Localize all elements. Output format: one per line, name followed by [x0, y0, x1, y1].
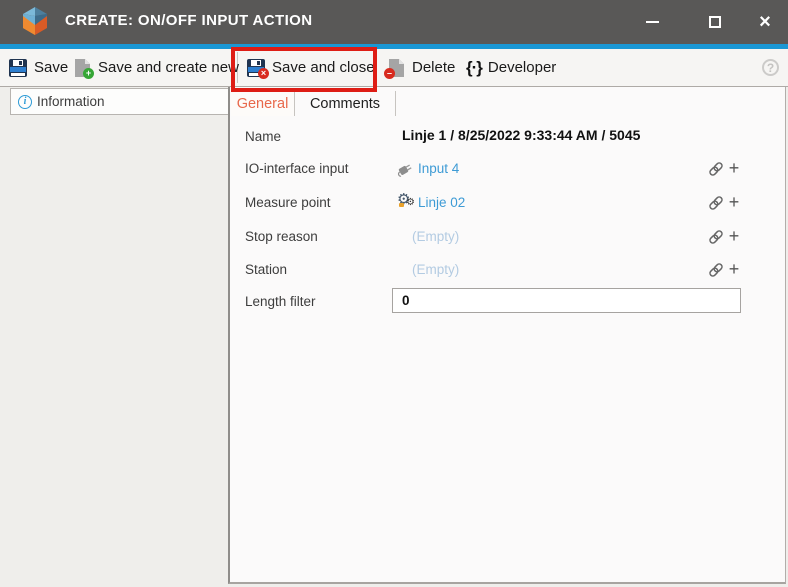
minus-badge-icon: –: [384, 68, 395, 79]
save-label: Save: [34, 59, 68, 76]
gears-icon: ⚙ ⚙: [397, 193, 417, 211]
delete-label: Delete: [412, 59, 455, 76]
tab-comments-label: Comments: [310, 96, 380, 112]
app-logo-icon: [22, 7, 48, 35]
add-icon[interactable]: +: [727, 228, 741, 244]
link-icon[interactable]: [708, 195, 724, 211]
dialog-window: CREATE: ON/OFF INPUT ACTION × Save: [0, 0, 788, 587]
plus-badge-icon: +: [83, 68, 94, 79]
minimize-button[interactable]: [635, 0, 669, 44]
stop-reason-value: (Empty): [412, 229, 459, 244]
add-icon[interactable]: +: [727, 261, 741, 277]
close-badge-icon: ×: [258, 68, 269, 79]
save-and-create-new-label: Save and create new: [98, 59, 239, 76]
save-and-create-new-button[interactable]: + Save and create new: [72, 49, 239, 86]
toolbar: Save + Save and create new: [0, 49, 788, 87]
help-icon[interactable]: ?: [762, 59, 779, 76]
name-field-value: Linje 1 / 8/25/2022 9:33:44 AM / 5045: [402, 127, 640, 143]
title-bar: CREATE: ON/OFF INPUT ACTION ×: [0, 0, 788, 44]
stop-reason-label: Stop reason: [245, 229, 318, 244]
tab-general[interactable]: General: [231, 91, 295, 116]
developer-braces-icon: {·}: [466, 58, 482, 78]
window-title: CREATE: ON/OFF INPUT ACTION: [65, 12, 312, 29]
io-interface-input-label: IO-interface input: [245, 161, 349, 176]
add-icon[interactable]: +: [727, 194, 741, 210]
tab-general-label: General: [237, 96, 289, 112]
delete-button[interactable]: – Delete: [386, 49, 455, 86]
close-icon: ×: [759, 12, 771, 32]
tab-comments[interactable]: Comments: [295, 91, 396, 116]
save-and-close-label: Save and close: [272, 59, 375, 76]
info-icon: i: [18, 95, 32, 109]
save-button[interactable]: Save: [8, 49, 68, 86]
developer-label: Developer: [488, 59, 556, 76]
link-icon[interactable]: [708, 262, 724, 278]
sidebar: i Information: [0, 87, 228, 587]
sidebar-section-information[interactable]: i Information: [10, 88, 229, 115]
maximize-icon: [709, 16, 721, 28]
link-icon[interactable]: [708, 161, 724, 177]
save-close-icon: ×: [246, 58, 266, 78]
delete-icon: –: [386, 58, 406, 78]
close-button[interactable]: ×: [748, 0, 782, 44]
station-label: Station: [245, 262, 287, 277]
link-icon[interactable]: [708, 229, 724, 245]
station-value: (Empty): [412, 262, 459, 277]
minimize-icon: [646, 21, 659, 23]
developer-button[interactable]: {·} Developer: [466, 49, 556, 86]
save-floppy-icon: [8, 58, 28, 78]
io-plug-icon: [396, 160, 414, 178]
length-filter-label: Length filter: [245, 294, 316, 309]
io-interface-input-link[interactable]: Input 4: [418, 161, 459, 176]
length-filter-input[interactable]: [392, 288, 741, 313]
maximize-button[interactable]: [698, 0, 732, 44]
measure-point-label: Measure point: [245, 195, 331, 210]
add-icon[interactable]: +: [727, 160, 741, 176]
name-field-label: Name: [245, 129, 281, 144]
information-label: Information: [37, 94, 105, 109]
measure-point-link[interactable]: Linje 02: [418, 195, 465, 210]
save-create-new-icon: +: [72, 58, 92, 78]
save-and-close-button[interactable]: × Save and close: [246, 49, 375, 86]
